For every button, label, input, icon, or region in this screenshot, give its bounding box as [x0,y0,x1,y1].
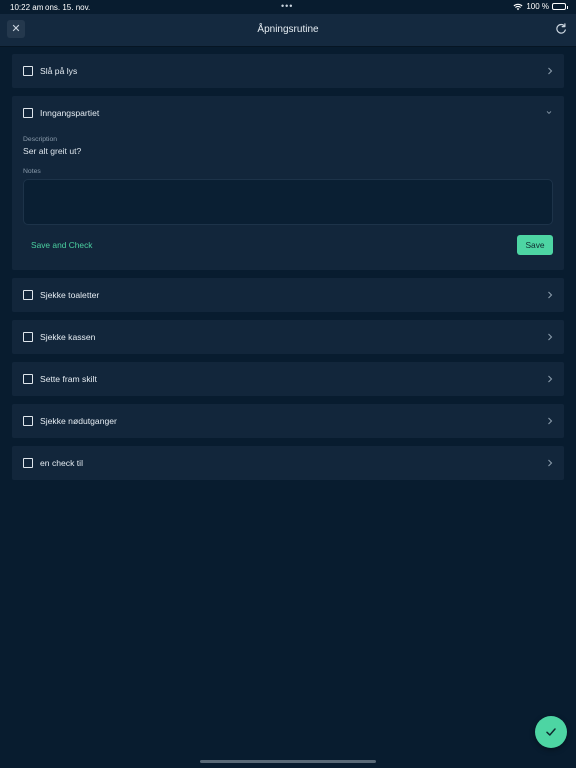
checklist-item[interactable]: Sette fram skilt [12,362,564,396]
item-label: Sjekke toaletter [40,290,100,300]
checkbox[interactable] [23,416,33,426]
navigation-bar: ✕ Åpningsrutine [0,14,576,46]
chevron-right-icon [548,333,553,341]
description-text: Ser alt greit ut? [23,146,82,156]
checkbox[interactable] [23,66,33,76]
checkbox[interactable] [23,374,33,384]
item-label: Sjekke kassen [40,332,96,342]
status-time: 10:22 am [10,3,44,12]
checklist-item[interactable]: Sjekke toaletter [12,278,564,312]
item-label: Sette fram skilt [40,374,97,384]
battery-icon [552,3,568,10]
checklist-row[interactable]: Sjekke nødutganger [12,404,564,438]
checklist-row[interactable]: Slå på lys [12,54,564,88]
checklist-item[interactable]: Sjekke kassen [12,320,564,354]
checklist-row[interactable]: Inngangspartiet [12,96,564,130]
chevron-right-icon [548,417,553,425]
save-button[interactable]: Save [517,235,553,255]
checklist-row[interactable]: Sette fram skilt [12,362,564,396]
notes-input[interactable] [23,179,553,225]
item-detail: Description Ser alt greit ut? Notes Save… [12,136,564,256]
checklist-row[interactable]: Sjekke toaletter [12,278,564,312]
checklist-row[interactable]: en check til [12,446,564,480]
checklist-item[interactable]: Slå på lys [12,54,564,88]
chevron-right-icon [548,459,553,467]
detail-actions: Save and Check Save [23,234,553,256]
checkbox[interactable] [23,108,33,118]
battery-percent: 100 % [526,2,549,11]
checklist-item[interactable]: en check til [12,446,564,480]
item-label: Sjekke nødutganger [40,416,117,426]
home-indicator[interactable] [200,760,376,763]
checklist-item-expanded: Inngangspartiet Description Ser alt grei… [12,96,564,270]
checkmark-icon [546,728,556,736]
refresh-icon[interactable] [555,23,567,35]
save-and-check-button[interactable]: Save and Check [31,240,92,250]
checkbox[interactable] [23,458,33,468]
checklist: Slå på lys Inngangspartiet Description S… [12,54,564,488]
chevron-right-icon [548,291,553,299]
status-right: 100 % [513,2,568,11]
status-bar: 10:22 am ons. 15. nov. ••• 100 % [0,0,576,14]
status-date: ons. 15. nov. [45,3,91,12]
complete-fab-button[interactable] [535,716,567,748]
chevron-right-icon [548,67,553,75]
checklist-item[interactable]: Sjekke nødutganger [12,404,564,438]
multitasking-dots[interactable]: ••• [281,1,293,11]
checkbox[interactable] [23,332,33,342]
item-label: en check til [40,458,83,468]
checkbox[interactable] [23,290,33,300]
chevron-right-icon [548,375,553,383]
page-title: Åpningsrutine [257,24,319,35]
checklist-row[interactable]: Sjekke kassen [12,320,564,354]
item-label: Inngangspartiet [40,108,100,118]
item-label: Slå på lys [40,66,78,76]
description-label: Description [23,136,57,143]
wifi-icon [513,3,523,10]
notes-label: Notes [23,168,41,175]
chevron-down-icon [546,111,552,115]
